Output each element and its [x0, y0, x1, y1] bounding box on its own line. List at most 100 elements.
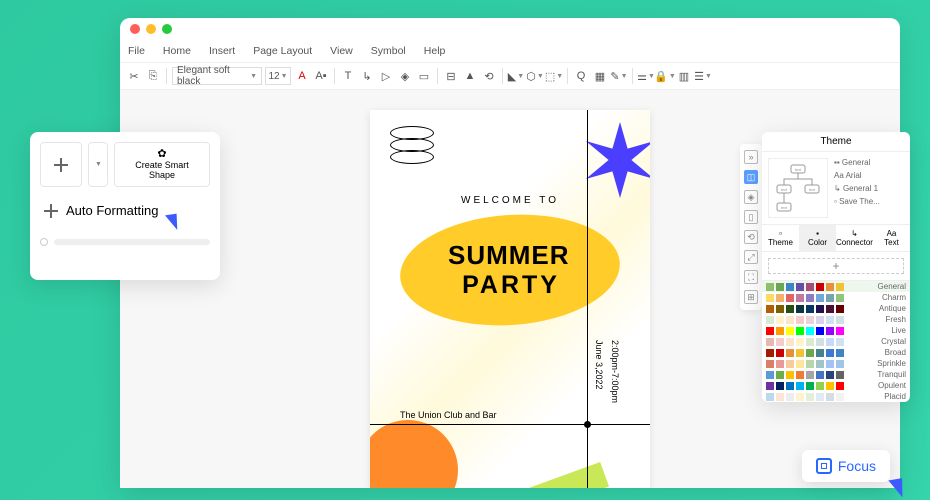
menu-file[interactable]: File — [128, 45, 145, 57]
crop-icon[interactable]: ⬚▼ — [546, 68, 562, 84]
tab-theme[interactable]: ▫Theme — [762, 225, 799, 251]
color-swatch — [836, 393, 844, 401]
table-icon[interactable]: ▥ — [676, 68, 692, 84]
color-swatch — [766, 382, 774, 390]
text-tool-icon[interactable]: T — [340, 68, 356, 84]
color-swatch — [776, 393, 784, 401]
sidebar-history-icon[interactable]: ⟲ — [744, 230, 758, 244]
sidebar-layers-icon[interactable]: ◈ — [744, 190, 758, 204]
palette-row[interactable]: Fresh — [762, 314, 910, 325]
focus-icon — [816, 458, 832, 474]
palette-row[interactable]: Placid — [762, 391, 910, 402]
focus-button[interactable]: Focus — [802, 450, 890, 482]
fill-icon[interactable]: ◣▼ — [508, 68, 524, 84]
theme-preview: texttexttexttext — [768, 158, 828, 218]
palette-row[interactable]: Tranquil — [762, 369, 910, 380]
color-swatch — [786, 305, 794, 313]
menu-home[interactable]: Home — [163, 45, 191, 57]
menu-help[interactable]: Help — [424, 45, 446, 57]
color-swatch — [806, 305, 814, 313]
close-icon[interactable] — [130, 24, 140, 34]
minimize-icon[interactable] — [146, 24, 156, 34]
sidebar-theme-icon[interactable]: ◫ — [744, 170, 758, 184]
spark-tool-button[interactable] — [40, 142, 82, 187]
sidebar-grid-icon[interactable]: ⊞ — [744, 290, 758, 304]
pointer-icon[interactable]: ▷ — [378, 68, 394, 84]
orange-circle-shape — [370, 420, 458, 488]
venue-text: The Union Club and Bar — [400, 410, 497, 420]
palette-list: GeneralCharmAntiqueFreshLiveCrystalBroad… — [762, 281, 910, 402]
sidebar-expand-icon[interactable]: » — [744, 150, 758, 164]
layers-icon[interactable]: ◈ — [397, 68, 413, 84]
tab-text[interactable]: AaText — [873, 225, 910, 251]
palette-row[interactable]: Crystal — [762, 336, 910, 347]
color-swatch — [766, 283, 774, 291]
palette-row[interactable]: Live — [762, 325, 910, 336]
color-swatch — [786, 338, 794, 346]
pen-icon[interactable]: ✎▼ — [611, 68, 627, 84]
rotate-icon[interactable]: ⟲ — [481, 68, 497, 84]
color-swatch — [806, 382, 814, 390]
palette-row[interactable]: Antique — [762, 303, 910, 314]
line-icon[interactable]: ⬡▼ — [527, 68, 543, 84]
copy-icon[interactable]: ⎘ — [145, 68, 161, 84]
color-swatch — [796, 349, 804, 357]
spark-dropdown[interactable]: ▼ — [88, 142, 108, 187]
highlight-icon[interactable]: A▪ — [313, 68, 329, 84]
maximize-icon[interactable] — [162, 24, 172, 34]
search-icon[interactable]: Q — [573, 68, 589, 84]
focus-label: Focus — [838, 458, 876, 474]
create-smart-shape-button[interactable]: ✿ Create Smart Shape — [114, 142, 210, 187]
tab-color[interactable]: ▪Color — [799, 225, 836, 251]
font-select[interactable]: Elegant soft black▼ — [172, 67, 262, 85]
color-swatch — [836, 360, 844, 368]
cut-icon[interactable]: ✂ — [126, 68, 142, 84]
svg-text:text: text — [781, 205, 788, 210]
menu-page-layout[interactable]: Page Layout — [253, 45, 312, 57]
palette-row[interactable]: Sprinkle — [762, 358, 910, 369]
color-swatch — [836, 382, 844, 390]
color-swatch — [826, 382, 834, 390]
color-swatch — [766, 316, 774, 324]
time-text: 2:00pm-7:00pm — [610, 340, 620, 403]
color-swatch — [786, 294, 794, 302]
right-sidebar: » ◫ ◈ ▯ ⟲ ⤢ ⛶ ⊞ — [740, 144, 762, 310]
shape-icon[interactable]: ▭ — [416, 68, 432, 84]
sidebar-cart-icon[interactable]: ⛶ — [744, 270, 758, 284]
palette-row[interactable]: Opulent — [762, 380, 910, 391]
auto-formatting-button[interactable]: Auto Formatting — [40, 199, 210, 222]
color-swatch — [786, 382, 794, 390]
add-palette-button[interactable]: + — [768, 258, 904, 274]
sidebar-resize-icon[interactable]: ⤢ — [744, 250, 758, 264]
distribute-icon[interactable]: ▲ — [462, 68, 478, 84]
menu-insert[interactable]: Insert — [209, 45, 235, 57]
color-swatch — [816, 305, 824, 313]
font-size-select[interactable]: 12▼ — [265, 67, 291, 85]
palette-name: Charm — [882, 293, 906, 302]
align-icon[interactable]: ⊟ — [443, 68, 459, 84]
sidebar-page-icon[interactable]: ▯ — [744, 210, 758, 224]
color-swatch — [796, 360, 804, 368]
spark-icon — [54, 158, 68, 172]
color-swatch — [786, 349, 794, 357]
lock-icon[interactable]: 🔒▼ — [657, 68, 673, 84]
connector-icon[interactable]: ↳ — [359, 68, 375, 84]
color-swatch — [776, 349, 784, 357]
slider-icon[interactable]: ⚌▼ — [638, 68, 654, 84]
format-slider[interactable] — [40, 238, 210, 246]
palette-name: Broad — [885, 348, 906, 357]
font-color-icon[interactable]: A — [294, 68, 310, 84]
poster-document[interactable]: WELCOME TO SUMMER PARTY The Union Club a… — [370, 110, 650, 488]
color-swatch — [796, 294, 804, 302]
menu-symbol[interactable]: Symbol — [371, 45, 406, 57]
menu-view[interactable]: View — [330, 45, 353, 57]
palette-row[interactable]: General — [762, 281, 910, 292]
more-icon[interactable]: ☰▼ — [695, 68, 711, 84]
auto-formatting-label: Auto Formatting — [66, 203, 159, 218]
grid-icon[interactable]: ▦ — [592, 68, 608, 84]
tab-connector[interactable]: ↳Connector — [836, 225, 873, 251]
palette-row[interactable]: Broad — [762, 347, 910, 358]
color-swatch — [776, 327, 784, 335]
palette-row[interactable]: Charm — [762, 292, 910, 303]
spark-icon — [44, 204, 58, 218]
